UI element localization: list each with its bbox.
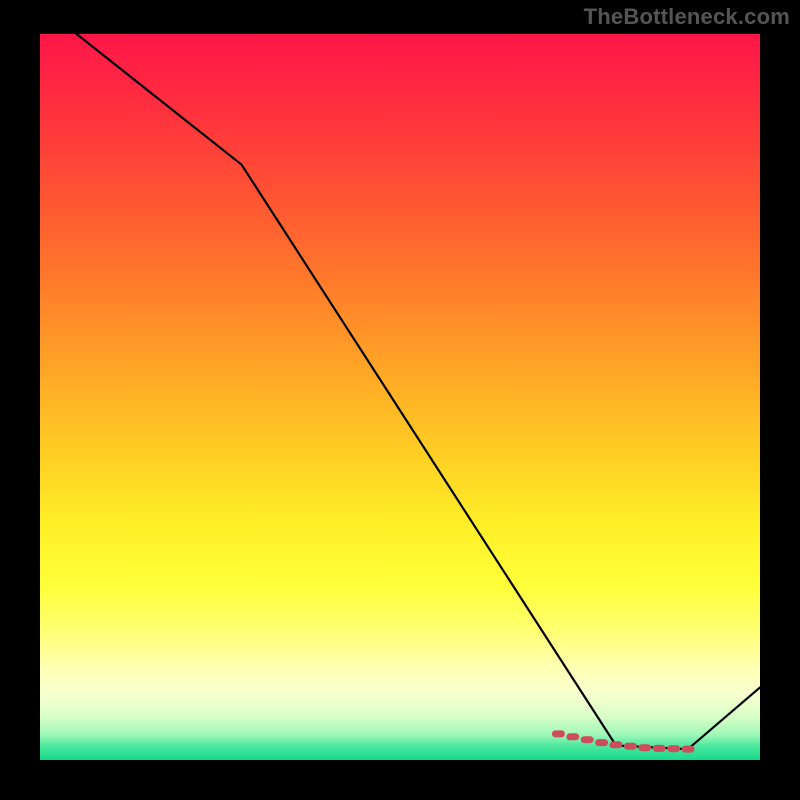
data-marker bbox=[552, 731, 564, 737]
plot-area bbox=[40, 34, 760, 760]
watermark-text: TheBottleneck.com bbox=[584, 4, 790, 30]
series-line bbox=[40, 34, 760, 749]
data-marker bbox=[624, 743, 636, 749]
data-marker bbox=[610, 742, 622, 748]
chart-frame: TheBottleneck.com bbox=[0, 0, 800, 800]
data-marker bbox=[653, 745, 665, 751]
data-marker bbox=[567, 734, 579, 740]
data-marker bbox=[596, 740, 608, 746]
chart-overlay bbox=[40, 34, 760, 760]
marker-group bbox=[552, 731, 694, 752]
data-marker bbox=[639, 745, 651, 751]
data-marker bbox=[668, 746, 680, 752]
data-marker bbox=[581, 737, 593, 743]
data-marker bbox=[682, 746, 694, 752]
